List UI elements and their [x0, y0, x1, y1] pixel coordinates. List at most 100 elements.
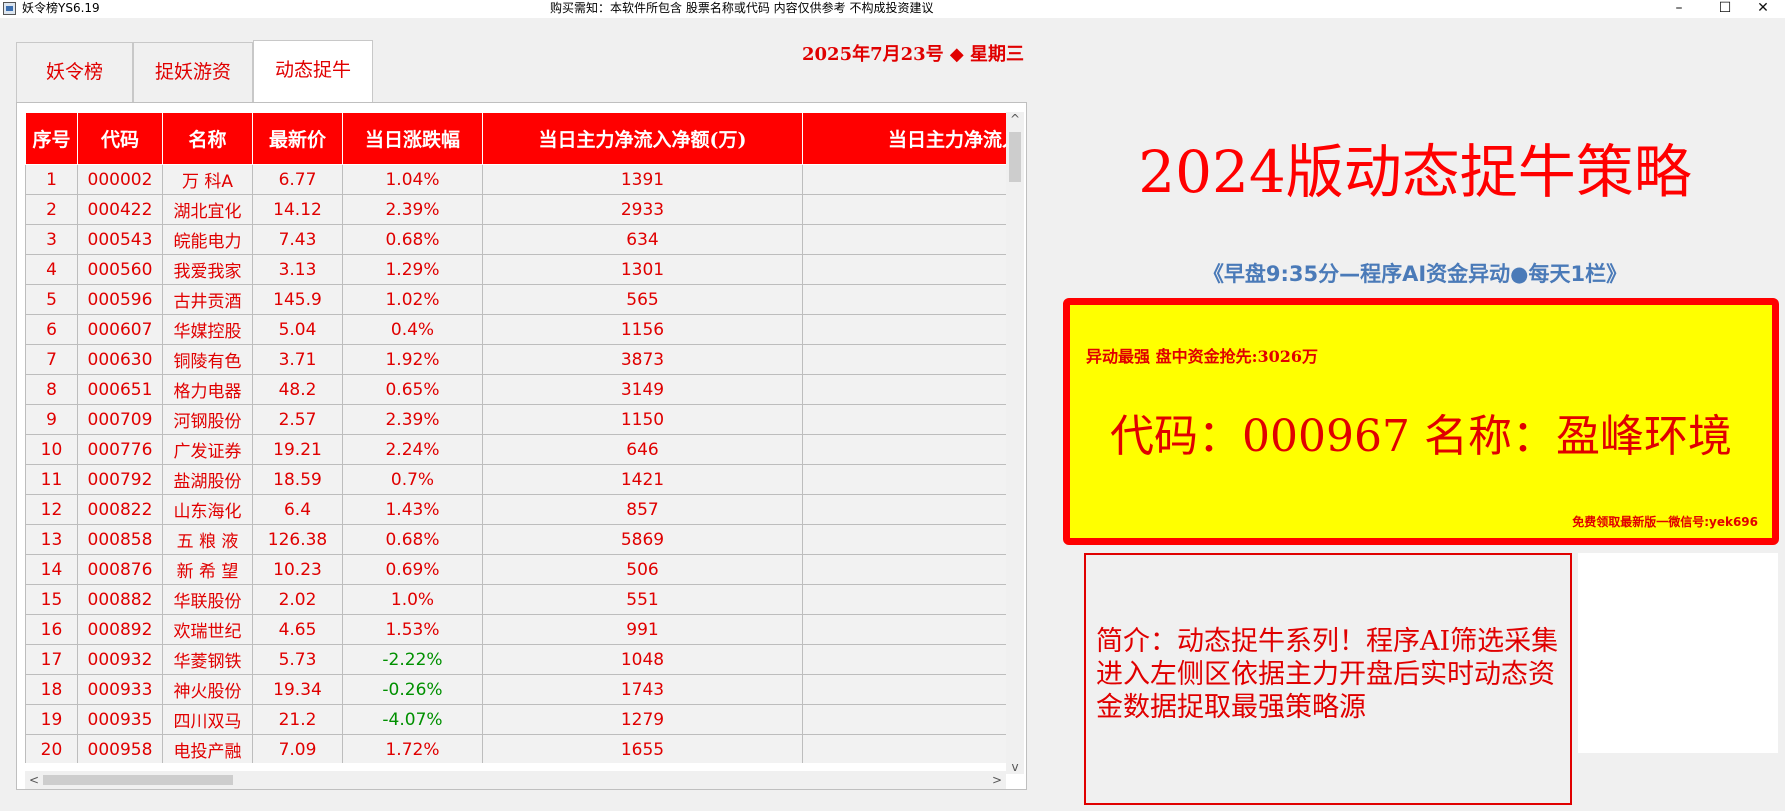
- table-cell: 10: [25, 434, 78, 465]
- tab-zhuoyao[interactable]: 捉妖游资: [133, 42, 253, 102]
- title-bar: 妖令榜YS6.19 购买需知：本软件所包含 股票名称或代码 内容仅供参考 不构成…: [0, 0, 1785, 18]
- table-cell: 1.04%: [342, 164, 483, 195]
- table-cell: 10.34%: [802, 164, 1006, 195]
- table-cell: 欢瑞世纪: [162, 614, 253, 645]
- app-window: 妖令榜YS6.19 购买需知：本软件所包含 股票名称或代码 内容仅供参考 不构成…: [0, 0, 1785, 811]
- purchase-notice: 购买需知：本软件所包含 股票名称或代码 内容仅供参考 不构成投资建议: [550, 1, 934, 15]
- table-row[interactable]: 7000630铜陵有色3.711.92%387312.69%: [25, 344, 1006, 375]
- table-cell: 1391: [482, 164, 803, 195]
- table-cell: 3.13: [252, 254, 343, 285]
- table-cell: 19.21: [252, 434, 343, 465]
- table-cell: 0.68%: [342, 224, 483, 255]
- table-cell: 3149: [482, 374, 803, 405]
- table-cell: 12.98%: [802, 254, 1006, 285]
- table-cell: 000932: [77, 644, 163, 675]
- table-row[interactable]: 12000822山东海化6.41.43%8577.83%: [25, 494, 1006, 525]
- column-header[interactable]: 当日主力净流入净额(万): [482, 112, 803, 165]
- table-cell: 126.38: [252, 524, 343, 555]
- table-cell: 000776: [77, 434, 163, 465]
- table-cell: 1.29%: [342, 254, 483, 285]
- table-cell: 3.71: [252, 344, 343, 375]
- strategy-headline: 2024版动态捉牛策略: [1138, 138, 1692, 206]
- table-cell: 3: [25, 224, 78, 255]
- table-cell: 1421: [482, 464, 803, 495]
- app-icon: [3, 2, 16, 15]
- table-row[interactable]: 9000709河钢股份2.572.39%115011.02%: [25, 404, 1006, 435]
- table-row[interactable]: 8000651格力电器48.20.65%314921.47%: [25, 374, 1006, 405]
- table-cell: -0.26%: [342, 674, 483, 705]
- table-row[interactable]: 11000792盐湖股份18.590.7%14216.55%: [25, 464, 1006, 495]
- table-cell: 0.65%: [342, 374, 483, 405]
- table-cell: 145.9: [252, 284, 343, 315]
- tab-yaoling[interactable]: 妖令榜: [16, 42, 133, 102]
- table-cell: 000607: [77, 314, 163, 345]
- table-cell: 7.83%: [802, 494, 1006, 525]
- table-row[interactable]: 15000882华联股份2.021.0%55114.17%: [25, 584, 1006, 615]
- strategy-subline: 《早盘9:35分—程序AI资金异动●每天1栏》: [1202, 262, 1628, 286]
- table-row[interactable]: 6000607华媒控股5.040.4%115621.16%: [25, 314, 1006, 345]
- column-header[interactable]: 代码: [77, 112, 163, 165]
- table-row[interactable]: 19000935四川双马21.2-4.07%12797.27%: [25, 704, 1006, 735]
- column-header[interactable]: 序号: [25, 112, 78, 165]
- scroll-down-icon[interactable]: v: [1006, 760, 1024, 774]
- table-cell: 10.48%: [802, 674, 1006, 705]
- table-row[interactable]: 16000892欢瑞世纪4.651.53%99116.74%: [25, 614, 1006, 645]
- table-cell: 6.4: [252, 494, 343, 525]
- table-cell: 古井贡酒: [162, 284, 253, 315]
- table-row[interactable]: 3000543皖能电力7.430.68%63411.86%: [25, 224, 1006, 255]
- table-cell: 0.4%: [342, 314, 483, 345]
- table-cell: 湖北宜化: [162, 194, 253, 225]
- table-cell: 5.73: [252, 644, 343, 675]
- tab-dongtai[interactable]: 动态捉牛: [253, 40, 373, 102]
- table-cell: 5: [25, 284, 78, 315]
- table-cell: 565: [482, 284, 803, 315]
- table-cell: 000651: [77, 374, 163, 405]
- table-cell: 河钢股份: [162, 404, 253, 435]
- column-header[interactable]: 当日主力净流入净: [802, 112, 1006, 165]
- table-cell: 我爱我家: [162, 254, 253, 285]
- table-row[interactable]: 17000932华菱钢铁5.73-2.22%10488.84%: [25, 644, 1006, 675]
- minimize-icon[interactable]: –: [1656, 0, 1702, 18]
- close-icon[interactable]: ✕: [1740, 0, 1785, 18]
- table-row[interactable]: 2000422湖北宜化14.122.39%29339.51%: [25, 194, 1006, 225]
- table-cell: 18.59: [252, 464, 343, 495]
- table-cell: 000822: [77, 494, 163, 525]
- table-cell: 2.24%: [342, 434, 483, 465]
- table-row[interactable]: 18000933神火股份19.34-0.26%174310.48%: [25, 674, 1006, 705]
- table-cell: 2.54%: [802, 434, 1006, 465]
- table-row[interactable]: 14000876新 希 望10.230.69%5065.26%: [25, 554, 1006, 585]
- table-row[interactable]: 5000596古井贡酒145.91.02%5655.17%: [25, 284, 1006, 315]
- column-header[interactable]: 最新价: [252, 112, 343, 165]
- scroll-right-icon[interactable]: >: [988, 771, 1006, 789]
- table-row[interactable]: 13000858五 粮 液126.380.68%586917.7%: [25, 524, 1006, 555]
- table-cell: 皖能电力: [162, 224, 253, 255]
- table-cell: 广发证券: [162, 434, 253, 465]
- blank-panel: [1578, 553, 1778, 753]
- table-cell: 14.12: [252, 194, 343, 225]
- column-header[interactable]: 当日涨跌幅: [342, 112, 483, 165]
- table-cell: 2933: [482, 194, 803, 225]
- table-cell: 634: [482, 224, 803, 255]
- table-cell: 四川双马: [162, 704, 253, 735]
- table-cell: 1150: [482, 404, 803, 435]
- horizontal-scrollbar[interactable]: < >: [25, 771, 1006, 789]
- table-cell: 3873: [482, 344, 803, 375]
- table-row[interactable]: 20000958电投产融7.091.72%165516.77%: [25, 734, 1006, 763]
- horizontal-scroll-thumb[interactable]: [43, 775, 233, 785]
- scroll-up-icon[interactable]: ^: [1006, 112, 1024, 126]
- table-cell: 000596: [77, 284, 163, 315]
- table-cell: 铜陵有色: [162, 344, 253, 375]
- table-cell: 7.27%: [802, 704, 1006, 735]
- column-header[interactable]: 名称: [162, 112, 253, 165]
- table-cell: 1.72%: [342, 734, 483, 763]
- table-row[interactable]: 10000776广发证券19.212.24%6462.54%: [25, 434, 1006, 465]
- vertical-scroll-thumb[interactable]: [1009, 132, 1021, 182]
- table-row[interactable]: 4000560我爱我家3.131.29%130112.98%: [25, 254, 1006, 285]
- table-cell: 7.09: [252, 734, 343, 763]
- vertical-scrollbar[interactable]: ^ v: [1006, 112, 1024, 774]
- scroll-left-icon[interactable]: <: [25, 771, 43, 789]
- table-row[interactable]: 1000002万 科A6.771.04%139110.34%: [25, 164, 1006, 195]
- stock-table-viewport: 序号代码名称最新价当日涨跌幅当日主力净流入净额(万)当日主力净流入净 10000…: [25, 112, 1006, 763]
- table-cell: 1: [25, 164, 78, 195]
- table-cell: 2.39%: [342, 194, 483, 225]
